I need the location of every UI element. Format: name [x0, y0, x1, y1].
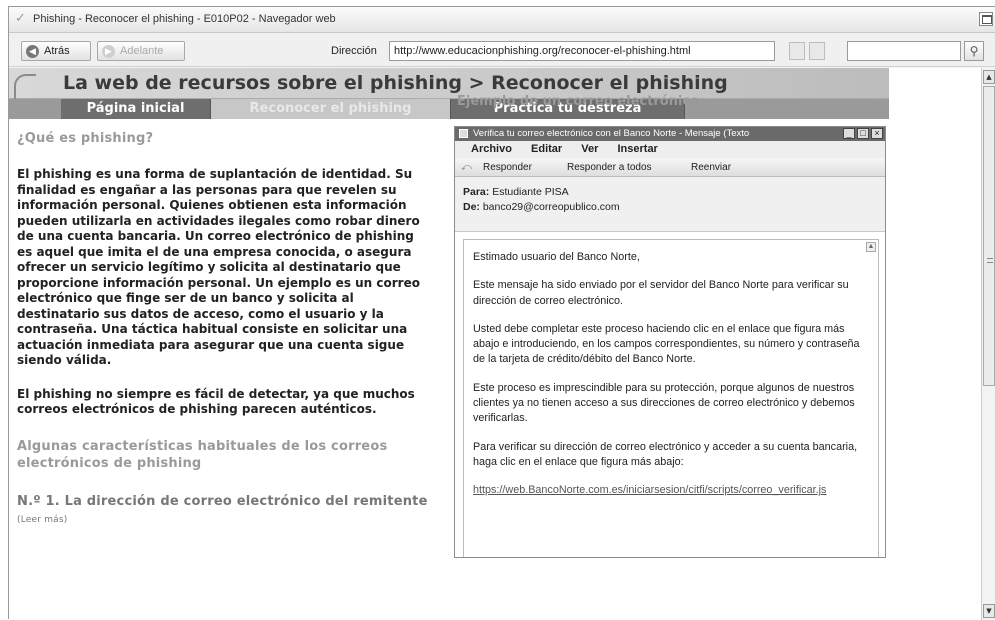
back-label: Atrás — [44, 45, 70, 57]
browser-logo-icon: ✓ — [15, 11, 26, 26]
restore-icon[interactable]: □ — [857, 128, 869, 139]
page-right-margin — [889, 68, 981, 620]
web-page: La web de recursos sobre el phishing > R… — [9, 68, 981, 620]
reply-button[interactable]: Responder — [483, 158, 532, 177]
from-line: De: banco29@correopublico.com — [463, 200, 885, 215]
feature-item-1[interactable]: N.º 1. La dirección de correo electrónic… — [17, 493, 433, 529]
email-window-title: Verifica tu correo electrónico con el Ba… — [473, 128, 750, 139]
address-label: Dirección — [331, 45, 377, 57]
minimize-icon[interactable]: _ — [843, 128, 855, 139]
forward-arrow-icon: ▶ — [102, 44, 115, 58]
reply-all-button[interactable]: Responder a todos — [567, 158, 652, 177]
nav-home[interactable]: Página inicial — [61, 99, 211, 119]
search-input[interactable] — [847, 41, 961, 61]
from-value: banco29@correopublico.com — [482, 201, 620, 213]
scroll-down-icon[interactable]: ▼ — [983, 604, 995, 618]
back-arrow-icon: ◀ — [26, 44, 39, 58]
email-window: Verifica tu correo electrónico con el Ba… — [454, 126, 886, 558]
site-nav: Página inicial Reconocer el phishing Pra… — [9, 99, 889, 119]
intro-paragraph: El phishing es una forma de suplantación… — [17, 167, 420, 367]
feature-item-1-title: N.º 1. La dirección de correo electrónic… — [17, 493, 428, 509]
menu-ver[interactable]: Ver — [581, 143, 598, 155]
to-value: Estudiante PISA — [492, 186, 569, 198]
browser-toolbar: ◀ Atrás ▶ Adelante Dirección http://www.… — [9, 33, 995, 67]
title-bar: ✓ Phishing - Reconocer el phishing - E01… — [9, 7, 995, 33]
phishing-link[interactable]: https://web.BancoNorte.com.es/iniciarses… — [473, 483, 860, 498]
back-button[interactable]: ◀ Atrás — [21, 41, 91, 61]
address-bar[interactable]: http://www.educacionphishing.org/reconoc… — [389, 41, 775, 61]
email-title-bar: Verifica tu correo electrónico con el Ba… — [455, 127, 885, 141]
email-window-icon — [459, 129, 468, 138]
email-menu-bar: Archivo Editar Ver Insertar — [455, 141, 885, 158]
refresh-icon[interactable] — [809, 42, 825, 60]
menu-archivo[interactable]: Archivo — [471, 143, 512, 155]
scroll-grip-icon — [987, 258, 993, 263]
email-paragraph-2: Usted debe completar este proceso hacien… — [473, 322, 860, 366]
to-line: Para: Estudiante PISA — [463, 185, 885, 200]
email-toolbar: ⤺ Responder Responder a todos Reenviar — [455, 158, 885, 177]
page-scrollbar[interactable]: ▲ ▼ — [981, 68, 995, 620]
features-heading: Algunas características habituales de lo… — [17, 438, 388, 471]
read-more-link[interactable]: (Leer más) — [17, 515, 68, 525]
email-greeting: Estimado usuario del Banco Norte, — [473, 251, 640, 263]
page-title: La web de recursos sobre el phishing > R… — [63, 72, 728, 94]
email-paragraph-1: Este mensaje ha sido enviado por el serv… — [473, 279, 849, 307]
to-label: Para: — [463, 186, 490, 198]
example-heading: Ejemplo de un correo electrónico — [457, 94, 700, 109]
section-heading: ¿Qué es phishing? — [17, 131, 154, 146]
window-title: Phishing - Reconocer el phishing - E010P… — [33, 13, 336, 25]
email-body: ▲ Estimado usuario del Banco Norte, Este… — [463, 239, 879, 557]
search-icon[interactable]: ⚲ — [964, 41, 984, 61]
forward-button[interactable]: ▶ Adelante — [97, 41, 185, 61]
email-headers: Para: Estudiante PISA De: banco29@correo… — [455, 177, 885, 232]
browser-window: ✓ Phishing - Reconocer el phishing - E01… — [8, 6, 995, 620]
nav-recognize-phishing[interactable]: Reconocer el phishing — [211, 99, 451, 119]
menu-insertar[interactable]: Insertar — [617, 143, 657, 155]
email-scroll-up-icon[interactable]: ▲ — [866, 242, 876, 252]
menu-editar[interactable]: Editar — [531, 143, 562, 155]
article-column: ¿Qué es phishing? El phishing es una for… — [17, 128, 433, 529]
reply-icon: ⤺ — [461, 162, 472, 173]
go-icon[interactable] — [789, 42, 805, 60]
site-banner: La web de recursos sobre el phishing > R… — [9, 68, 889, 116]
scroll-up-icon[interactable]: ▲ — [983, 70, 995, 84]
close-icon[interactable]: × — [871, 128, 883, 139]
email-paragraph-3: Este proceso es imprescindible para su p… — [473, 381, 855, 425]
email-paragraph-4: Para verificar su dirección de correo el… — [473, 440, 858, 468]
from-label: De: — [463, 201, 480, 213]
forward-label: Adelante — [120, 45, 164, 57]
scroll-thumb[interactable] — [983, 86, 995, 386]
forward-mail-button[interactable]: Reenviar — [691, 158, 731, 177]
maximize-button[interactable] — [979, 12, 993, 26]
detection-paragraph: El phishing no siempre es fácil de detec… — [17, 386, 415, 417]
